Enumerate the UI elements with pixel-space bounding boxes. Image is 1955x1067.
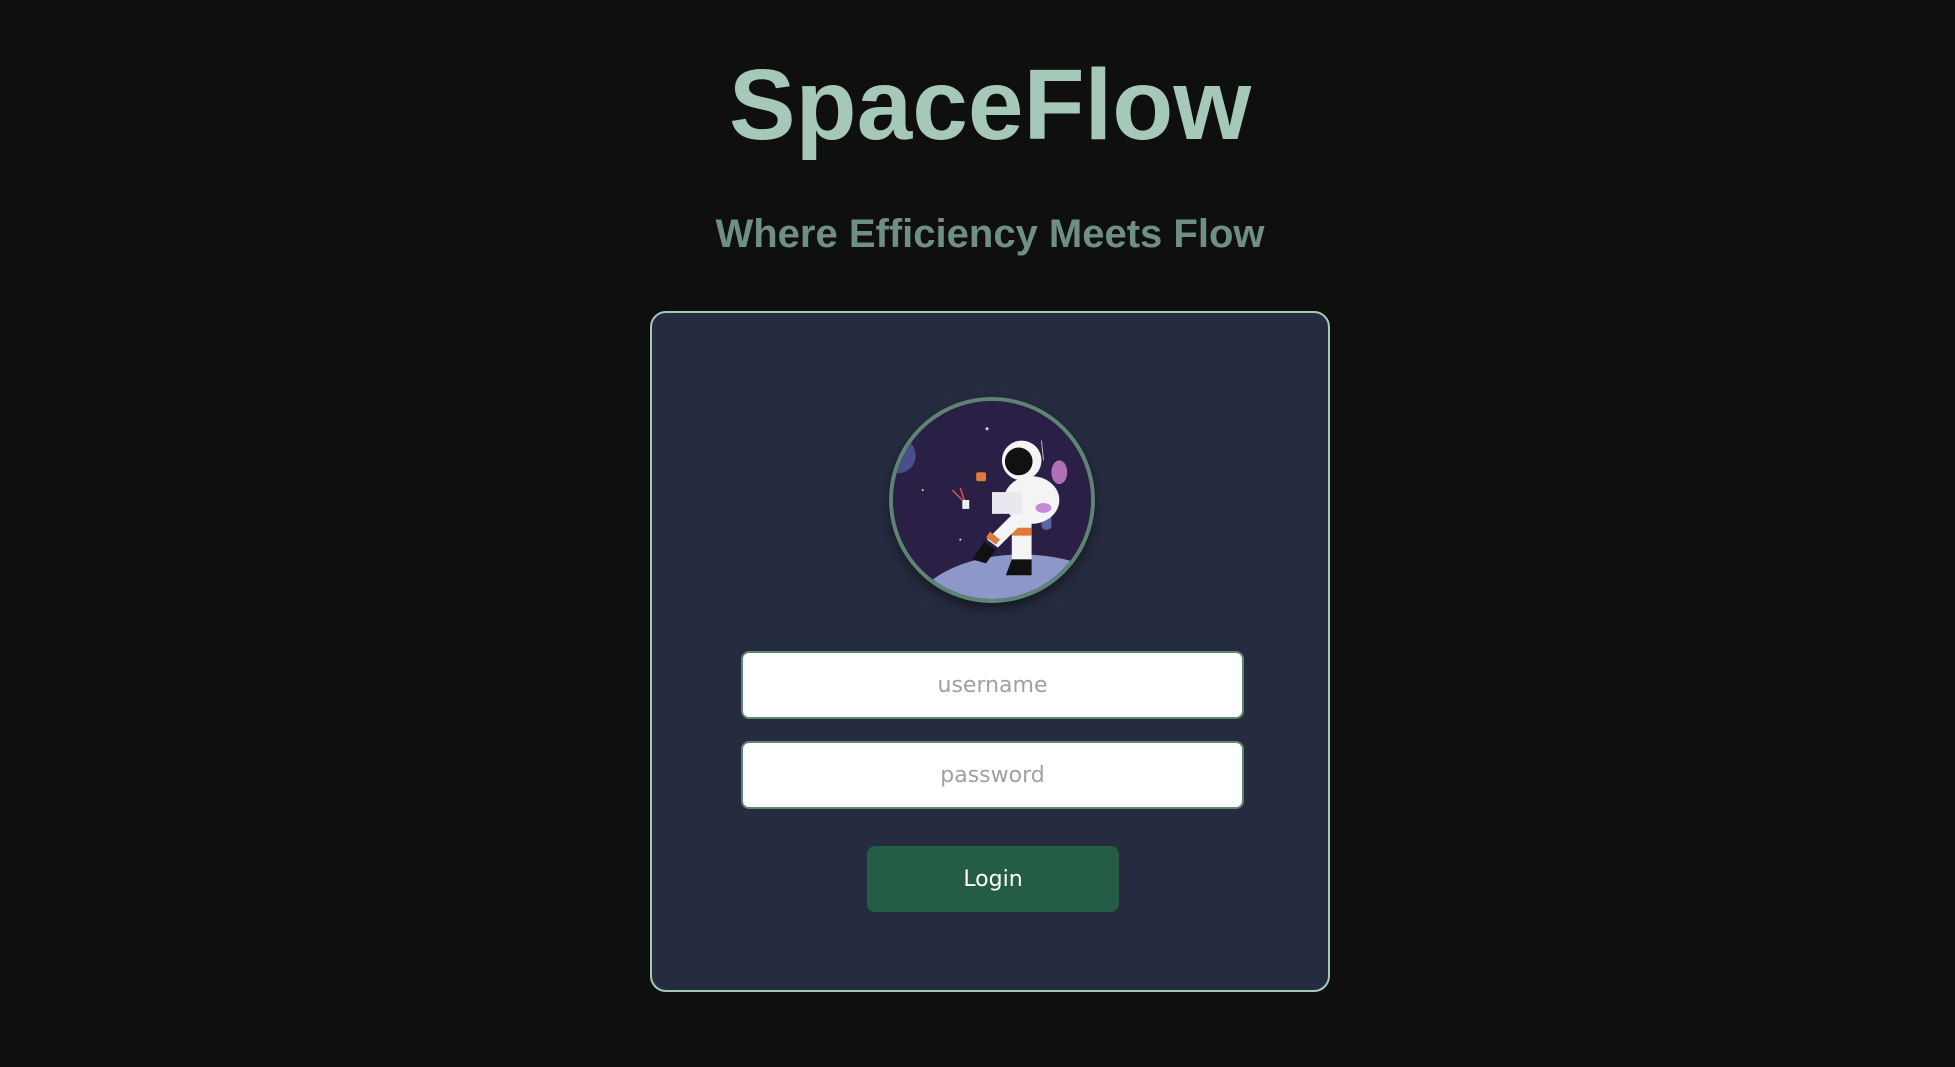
login-button[interactable]: Login <box>867 846 1119 912</box>
app-subtitle: Where Efficiency Meets Flow <box>715 212 1265 256</box>
astronaut-avatar-icon <box>889 397 1095 603</box>
login-card: Login <box>650 311 1330 992</box>
app-title: SpaceFlow <box>728 49 1252 161</box>
username-input[interactable] <box>741 651 1244 719</box>
password-input[interactable] <box>741 741 1244 809</box>
